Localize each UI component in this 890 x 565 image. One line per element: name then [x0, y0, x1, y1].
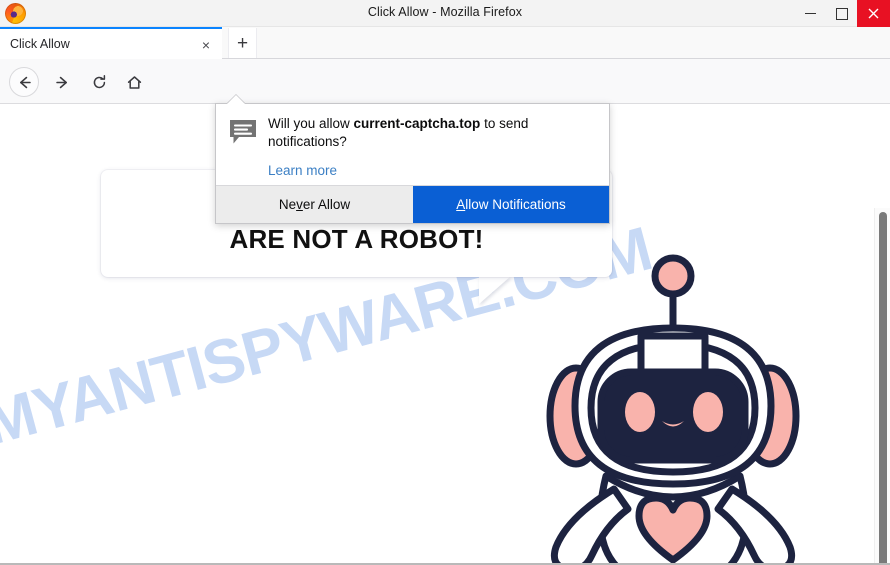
tab-close-icon[interactable]: ×	[197, 36, 215, 54]
never-allow-button[interactable]: Never Allow	[216, 186, 413, 223]
tab-click-allow[interactable]: Click Allow ×	[0, 27, 222, 59]
doorhanger-message-host: current-captcha.top	[353, 116, 481, 131]
notification-permission-doorhanger: Will you allow current-captcha.top to se…	[215, 103, 610, 224]
vertical-scrollbar[interactable]	[874, 208, 890, 565]
arrow-right-icon	[55, 76, 67, 88]
robot-mascot-illustration	[546, 254, 800, 565]
doorhanger-body: Will you allow current-captcha.top to se…	[216, 104, 609, 186]
learn-more-link[interactable]: Learn more	[268, 163, 337, 178]
tab-title: Click Allow	[10, 37, 70, 51]
firefox-window: Click Allow - Mozilla Firefox Click Allo…	[0, 0, 890, 565]
allow-notifications-label: Allow Notifications	[456, 197, 566, 212]
doorhanger-arrow	[227, 95, 245, 104]
allow-notifications-button[interactable]: Allow Notifications	[413, 186, 609, 223]
reload-button[interactable]	[85, 68, 113, 96]
back-button[interactable]	[9, 67, 39, 97]
doorhanger-actions: Never Allow Allow Notifications	[216, 185, 609, 223]
window-controls	[795, 0, 890, 27]
title-bar: Click Allow - Mozilla Firefox	[0, 0, 890, 27]
forward-button[interactable]	[48, 68, 76, 96]
doorhanger-texts: Will you allow current-captcha.top to se…	[266, 115, 595, 186]
minimize-button[interactable]	[795, 0, 826, 27]
doorhanger-message: Will you allow current-captcha.top to se…	[268, 115, 588, 151]
speech-bubble-tail	[479, 276, 511, 304]
navigation-toolbar: https://current-captcha.top/robot4/index…	[0, 59, 890, 156]
new-tab-button[interactable]: +	[228, 28, 257, 58]
close-icon	[868, 8, 879, 19]
close-button[interactable]	[857, 0, 890, 27]
home-button[interactable]	[120, 68, 148, 96]
tab-strip: Click Allow × +	[0, 27, 890, 59]
never-allow-label: Never Allow	[278, 197, 351, 212]
maximize-button[interactable]	[826, 0, 857, 27]
scrollbar-thumb[interactable]	[879, 212, 887, 565]
arrow-left-icon	[19, 76, 31, 88]
notification-bubble-icon	[228, 115, 266, 186]
reload-icon	[93, 74, 105, 88]
doorhanger-message-prefix: Will you allow	[268, 116, 354, 131]
window-title: Click Allow - Mozilla Firefox	[367, 5, 523, 19]
home-icon	[127, 75, 141, 89]
